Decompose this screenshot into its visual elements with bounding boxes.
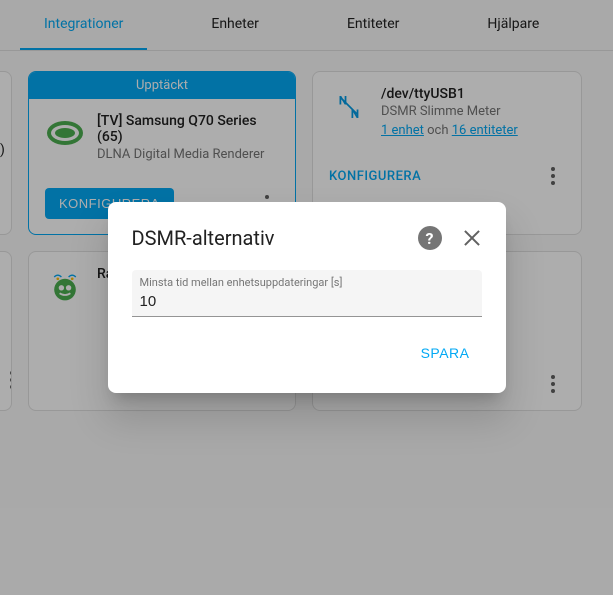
- help-icon[interactable]: ?: [418, 226, 442, 250]
- min-time-field[interactable]: Minsta tid mellan enhetsuppdateringar [s…: [132, 270, 482, 317]
- save-button[interactable]: SPARA: [409, 337, 482, 369]
- dsmr-options-dialog: DSMR-alternativ ? Minsta tid mellan enhe…: [108, 202, 506, 393]
- min-time-input[interactable]: [140, 293, 474, 310]
- close-icon[interactable]: [462, 228, 482, 248]
- dialog-scrim[interactable]: DSMR-alternativ ? Minsta tid mellan enhe…: [0, 0, 613, 595]
- dialog-title: DSMR-alternativ: [132, 226, 275, 250]
- field-label: Minsta tid mellan enhetsuppdateringar [s…: [140, 276, 474, 289]
